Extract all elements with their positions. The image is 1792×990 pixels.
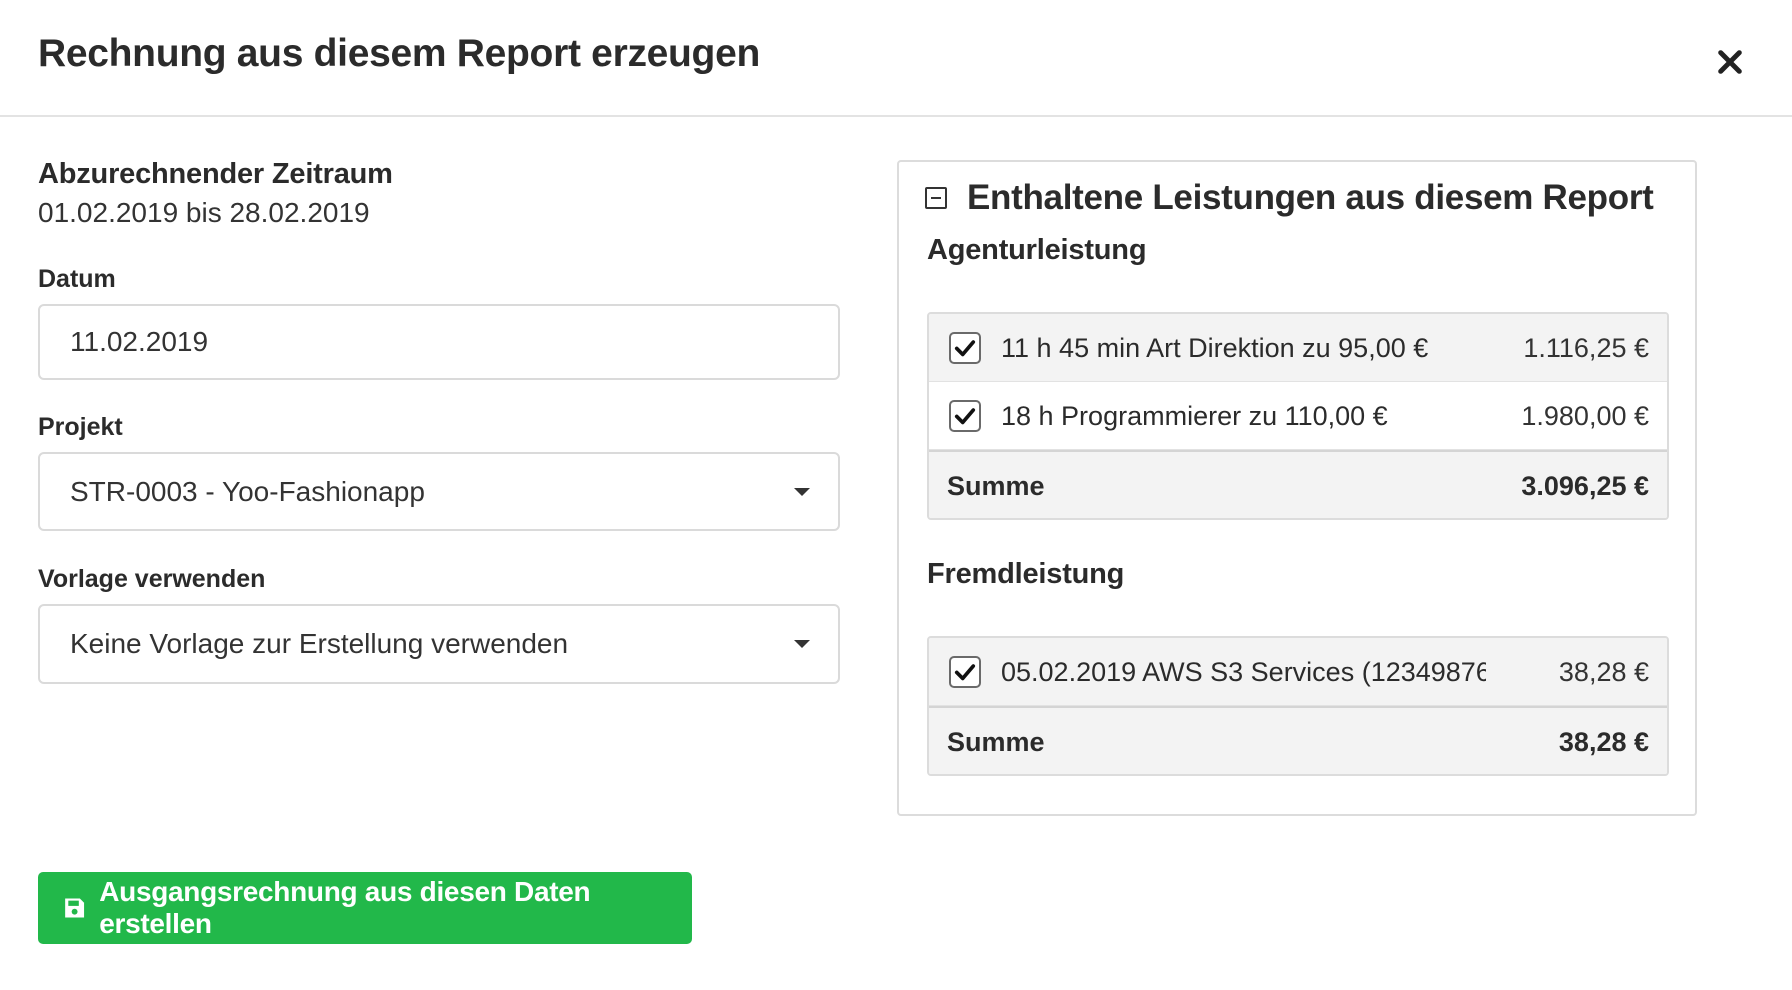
sum-label: Summe bbox=[947, 727, 1045, 757]
invoice-modal: Rechnung aus diesem Report erzeugen Abzu… bbox=[0, 0, 1792, 990]
create-invoice-button[interactable]: Ausgangsrechnung aus diesen Daten erstel… bbox=[38, 872, 692, 944]
chevron-down-icon bbox=[794, 487, 810, 496]
sum-amount: 3.096,25 € bbox=[1521, 471, 1649, 501]
close-icon bbox=[1718, 50, 1742, 74]
period-label: Abzurechnender Zeitraum bbox=[38, 158, 393, 190]
agency-services-table: 11 h 45 min Art Direktion zu 95,00 € 1.1… bbox=[927, 312, 1669, 520]
table-row: 05.02.2019 AWS S3 Services (12349876) 38… bbox=[929, 638, 1667, 706]
service-amount: 1.980,00 € bbox=[1521, 401, 1649, 431]
period-value: 01.02.2019 bis 28.02.2019 bbox=[38, 197, 370, 228]
date-value: 11.02.2019 bbox=[70, 326, 209, 357]
services-panel: Enthaltene Leistungen aus diesem Report … bbox=[897, 160, 1697, 816]
service-amount: 38,28 € bbox=[1558, 657, 1649, 687]
date-label: Datum bbox=[38, 265, 116, 293]
external-services-table: 05.02.2019 AWS S3 Services (12349876) 38… bbox=[927, 636, 1669, 776]
project-label: Projekt bbox=[38, 413, 123, 441]
sum-label: Summe bbox=[947, 471, 1045, 501]
services-panel-title: Enthaltene Leistungen aus diesem Report bbox=[967, 178, 1654, 217]
close-button[interactable] bbox=[1710, 40, 1750, 84]
table-row: 18 h Programmierer zu 110,00 € 1.980,00 … bbox=[929, 382, 1667, 450]
service-description: 18 h Programmierer zu 110,00 € bbox=[1001, 401, 1388, 431]
service-amount: 1.116,25 € bbox=[1523, 333, 1649, 363]
create-invoice-label: Ausgangsrechnung aus diesen Daten erstel… bbox=[99, 876, 591, 939]
table-row: 11 h 45 min Art Direktion zu 95,00 € 1.1… bbox=[929, 314, 1667, 382]
template-label: Vorlage verwenden bbox=[38, 565, 266, 593]
project-selected-value: STR-0003 - Yoo-Fashionapp bbox=[70, 475, 425, 507]
save-icon bbox=[65, 898, 85, 918]
date-field[interactable]: 11.02.2019 bbox=[38, 304, 840, 380]
template-selected-value: Keine Vorlage zur Erstellung verwenden bbox=[70, 628, 569, 659]
sum-amount: 38,28 € bbox=[1558, 727, 1649, 757]
template-select[interactable]: Keine Vorlage zur Erstellung verwenden bbox=[38, 604, 840, 684]
service-checkbox[interactable] bbox=[949, 400, 981, 432]
checkmark-icon bbox=[954, 664, 976, 681]
modal-header: Rechnung aus diesem Report erzeugen bbox=[0, 0, 1792, 117]
modal-title: Rechnung aus diesem Report erzeugen bbox=[38, 32, 760, 75]
project-select[interactable]: STR-0003 - Yoo-Fashionapp bbox=[38, 452, 840, 531]
service-checkbox[interactable] bbox=[949, 332, 981, 364]
sum-row: Summe 38,28 € bbox=[929, 706, 1667, 774]
chevron-down-icon bbox=[794, 640, 810, 648]
collapse-icon[interactable] bbox=[925, 187, 947, 209]
sum-row: Summe 3.096,25 € bbox=[929, 450, 1667, 518]
service-checkbox[interactable] bbox=[949, 656, 981, 688]
checkmark-icon bbox=[954, 408, 976, 425]
agency-section-title: Agenturleistung bbox=[927, 234, 1147, 266]
checkmark-icon bbox=[954, 340, 976, 357]
external-section-title: Fremdleistung bbox=[927, 558, 1125, 590]
service-description: 05.02.2019 AWS S3 Services (12349876) bbox=[1001, 657, 1486, 687]
service-description: 11 h 45 min Art Direktion zu 95,00 € bbox=[1001, 333, 1429, 363]
